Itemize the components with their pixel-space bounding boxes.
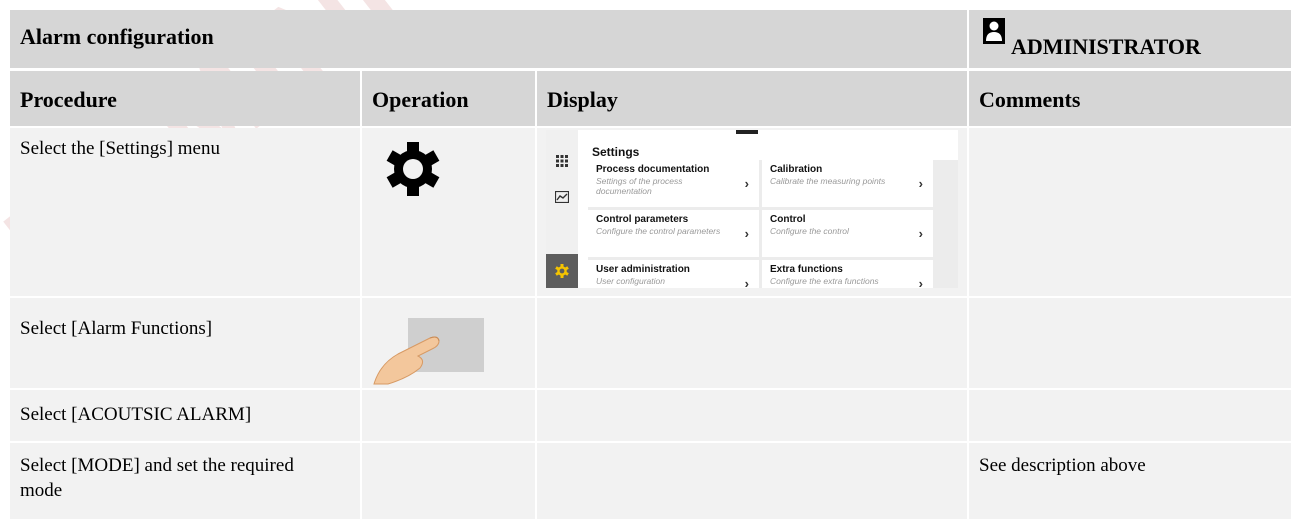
page-title: Alarm configuration (20, 24, 214, 49)
header-procedure: Procedure (10, 71, 360, 126)
top-bar (736, 130, 758, 134)
display-cell (537, 298, 967, 388)
operation-cell (362, 298, 535, 388)
gear-icon (386, 142, 440, 196)
title-cell: Alarm configuration (10, 10, 967, 68)
header-comments-label: Comments (979, 87, 1081, 112)
tile-title: Control parameters (596, 214, 689, 225)
procedure-text: Select [Alarm Functions] (20, 318, 213, 339)
tile-control[interactable]: Control Configure the control › (762, 210, 933, 257)
user-icon (983, 18, 1005, 44)
settings-title: Settings (592, 145, 640, 159)
comment-cell (969, 128, 1291, 296)
display-cell: Settings Process documentation Settings … (537, 128, 967, 296)
settings-screen: Settings Process documentation Settings … (546, 130, 958, 288)
finger-tap-icon (373, 318, 484, 385)
role-label: ADMINISTRATOR (1011, 34, 1201, 59)
tile-subtitle: Configure the control parameters (596, 226, 721, 236)
tile-title: Calibration (770, 164, 823, 175)
tile-subtitle: Calibrate the measuring points (770, 176, 886, 186)
tile-process-documentation[interactable]: Process documentation Settings of the pr… (588, 160, 759, 207)
settings-grid: Process documentation Settings of the pr… (588, 160, 958, 288)
display-cell (537, 390, 967, 441)
header-operation: Operation (362, 71, 535, 126)
comment-cell (969, 390, 1291, 441)
chevron-right-icon: › (918, 276, 923, 288)
tile-extra-functions[interactable]: Extra functions Configure the extra func… (762, 260, 933, 288)
chevron-right-icon: › (744, 276, 749, 288)
tile-calibration[interactable]: Calibration Calibrate the measuring poin… (762, 160, 933, 207)
chevron-right-icon: › (744, 226, 749, 241)
display-cell (537, 443, 967, 519)
procedure-cell: Select the [Settings] menu (10, 128, 360, 296)
header-display: Display (537, 71, 967, 126)
procedure-text: Select [MODE] and set the required mode (20, 455, 294, 501)
operation-cell (362, 443, 535, 519)
operation-cell (362, 128, 535, 296)
chart-icon[interactable] (546, 180, 578, 214)
tile-user-administration[interactable]: User administration User configuration › (588, 260, 759, 288)
apps-icon[interactable] (546, 144, 578, 178)
header-display-label: Display (547, 87, 618, 112)
gear-icon[interactable] (546, 254, 578, 288)
tile-title: Process documentation (596, 164, 710, 175)
procedure-cell: Select [Alarm Functions] (10, 298, 360, 388)
chevron-right-icon: › (918, 226, 923, 241)
procedure-text: Select the [Settings] menu (20, 138, 220, 159)
tile-subtitle: Settings of the process documentation (596, 176, 683, 196)
header-operation-label: Operation (372, 87, 469, 112)
header-procedure-label: Procedure (20, 87, 117, 112)
tile-subtitle: User configuration (596, 276, 665, 286)
comment-text: See description above (979, 455, 1146, 476)
operation-cell (362, 390, 535, 441)
sidebar (546, 130, 578, 288)
chevron-right-icon: › (744, 176, 749, 191)
role-cell: ADMINISTRATOR (969, 10, 1291, 68)
chevron-right-icon: › (918, 176, 923, 191)
header-comments: Comments (969, 71, 1291, 126)
tile-control-parameters[interactable]: Control parameters Configure the control… (588, 210, 759, 257)
procedure-cell: Select [MODE] and set the required mode (10, 443, 360, 519)
tile-title: Extra functions (770, 264, 843, 275)
comment-cell: See description above (969, 443, 1291, 519)
procedure-cell: Select [ACOUTSIC ALARM] (10, 390, 360, 441)
tile-title: Control (770, 214, 806, 225)
procedure-text: Select [ACOUTSIC ALARM] (20, 404, 252, 425)
tile-subtitle: Configure the extra functions (770, 276, 879, 286)
tile-subtitle: Configure the control (770, 226, 849, 236)
comment-cell (969, 298, 1291, 388)
tile-title: User administration (596, 264, 690, 275)
